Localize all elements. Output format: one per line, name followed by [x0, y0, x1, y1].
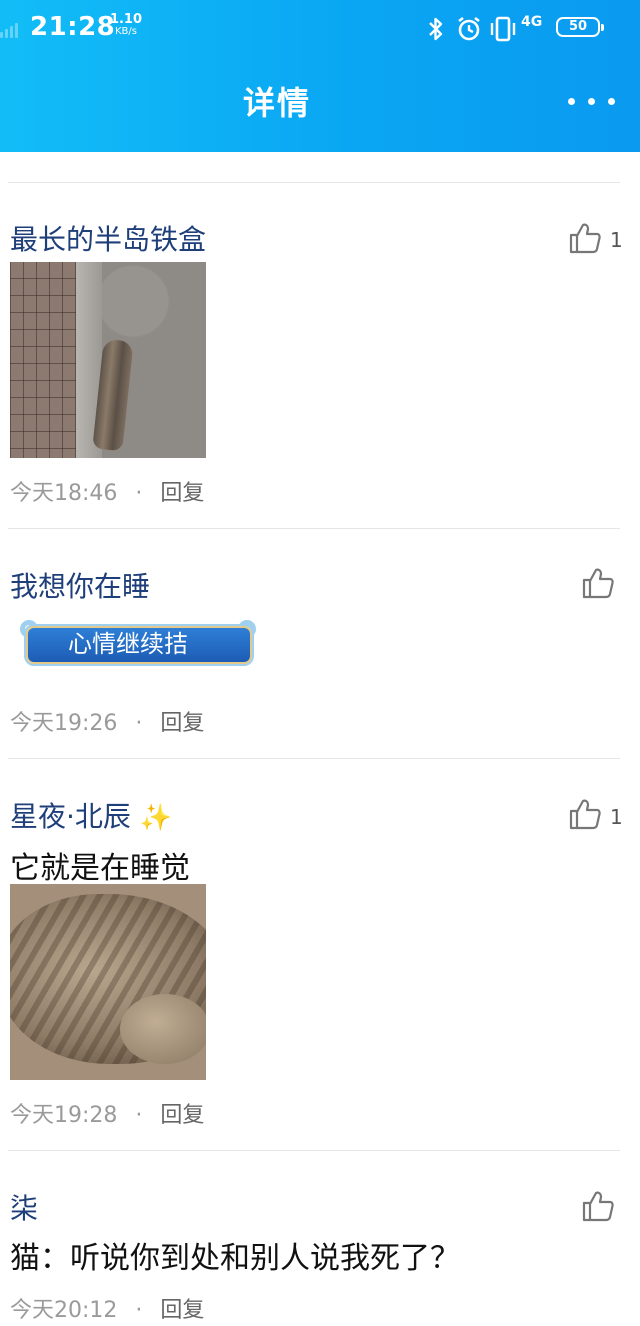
- reply-button[interactable]: 回复: [160, 711, 204, 736]
- divider: [8, 758, 620, 759]
- comment-author[interactable]: 星夜·北辰 ✨: [10, 795, 172, 835]
- thumbs-up-icon[interactable]: [568, 221, 602, 255]
- divider: [8, 528, 620, 529]
- net-speed: 1.10 KB/s: [106, 12, 146, 38]
- thumbs-up-icon[interactable]: [581, 566, 615, 600]
- comment-author-name: 星夜·北辰: [10, 800, 131, 833]
- comment-time: 今天18:46: [10, 481, 118, 506]
- status-bar: 21:28 1.10 KB/s 4G 50: [0, 0, 640, 58]
- comment-time: 今天20:12: [10, 1298, 118, 1323]
- alarm-icon: [458, 16, 480, 41]
- comment-time: 今天19:28: [10, 1103, 118, 1128]
- more-dots-icon[interactable]: [568, 92, 618, 112]
- comment-image[interactable]: [10, 884, 206, 1080]
- comment-meta: 今天18:46 · 回复: [10, 481, 205, 506]
- badge-text: 心情继续拮: [26, 626, 252, 664]
- status-time: 21:28: [30, 12, 116, 42]
- comment-meta: 今天19:28 · 回复: [10, 1103, 205, 1128]
- thumbs-up-icon[interactable]: [568, 797, 602, 831]
- net-speed-unit: KB/s: [115, 26, 137, 37]
- like-count: 1: [610, 805, 623, 829]
- reply-button[interactable]: 回复: [160, 481, 204, 506]
- net-speed-value: 1.10: [109, 12, 143, 27]
- sparkles-icon: ✨: [139, 803, 173, 833]
- vibrate-icon: [490, 16, 516, 42]
- 4g-signal-icon: 4G: [521, 14, 543, 30]
- cat-on-curb-photo: [10, 262, 206, 458]
- battery-icon: 50: [556, 17, 604, 37]
- comment-time: 今天19:26: [10, 711, 118, 736]
- divider: [8, 1150, 620, 1151]
- comment-image[interactable]: [10, 262, 206, 458]
- page-title: 详情: [242, 84, 311, 122]
- divider: [8, 182, 620, 183]
- comment-text: 它就是在睡觉: [10, 851, 190, 886]
- comment-meta: 今天20:12 · 回复: [10, 1298, 205, 1323]
- reply-button[interactable]: 回复: [160, 1298, 204, 1323]
- thumbs-up-icon[interactable]: [581, 1189, 615, 1223]
- signal-icon: [0, 22, 20, 38]
- bluetooth-icon: [429, 17, 443, 41]
- comment-author[interactable]: 最长的半岛铁盒: [10, 218, 206, 258]
- app-header: 21:28 1.10 KB/s 4G 50 详情: [0, 0, 640, 152]
- comment-text: 猫：听说你到处和别人说我死了？: [10, 1241, 460, 1276]
- comment-author[interactable]: 柒: [10, 1187, 38, 1227]
- comment-author[interactable]: 我想你在睡: [10, 565, 150, 605]
- like-count: 1: [610, 228, 623, 252]
- comment-meta: 今天19:26 · 回复: [10, 711, 205, 736]
- user-badge: 心情继续拮: [18, 618, 258, 670]
- reply-button[interactable]: 回复: [160, 1103, 204, 1128]
- sleeping-cat-photo: [10, 884, 206, 1080]
